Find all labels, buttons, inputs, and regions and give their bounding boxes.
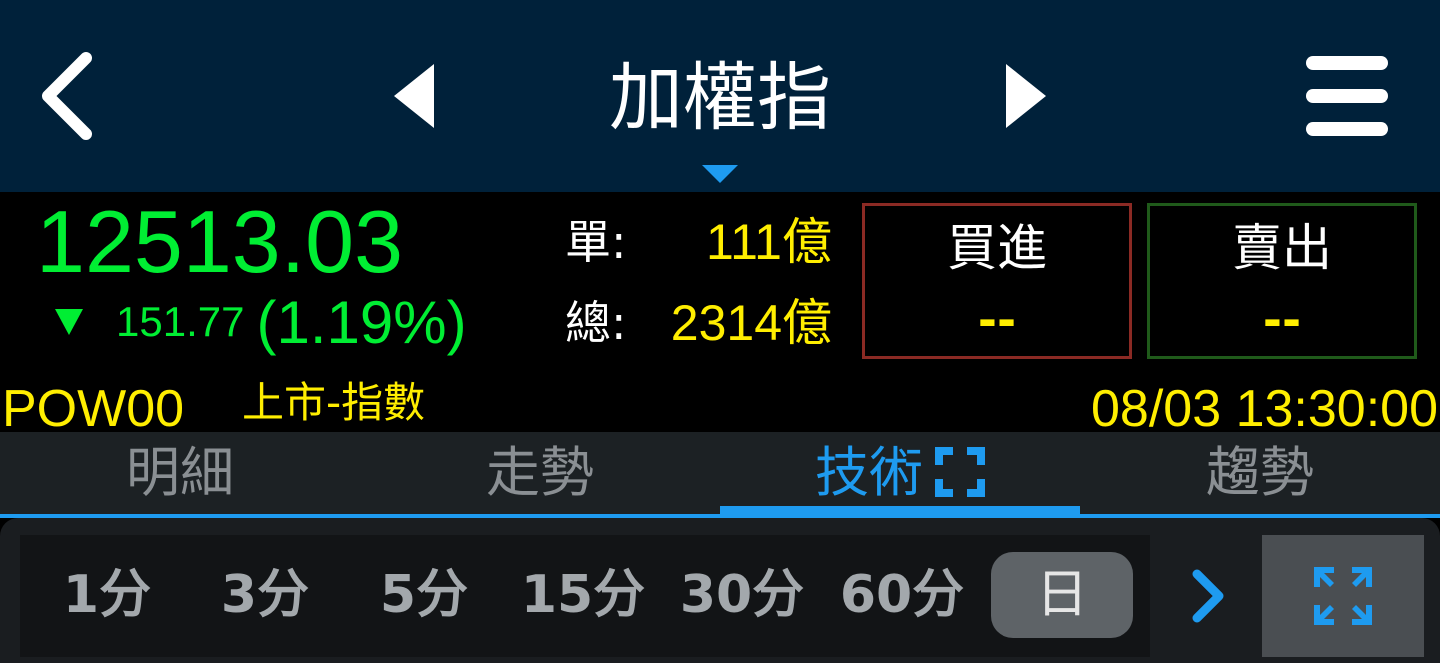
- tab-details[interactable]: 明細: [0, 432, 360, 514]
- symbol-dropdown-button[interactable]: [700, 163, 740, 185]
- period-5min[interactable]: 5分: [365, 552, 483, 638]
- period-1min[interactable]: 1分: [48, 552, 166, 638]
- hamburger-menu-icon: [1306, 56, 1388, 70]
- period-60min[interactable]: 60分: [834, 552, 970, 638]
- buy-button[interactable]: 買進 --: [862, 203, 1132, 359]
- chevron-left-icon: [42, 52, 92, 140]
- fullscreen-button[interactable]: [1262, 535, 1424, 657]
- change-percent: (1.19%): [256, 288, 467, 356]
- top-navigation-bar: 加權指: [0, 0, 1440, 192]
- period-30min[interactable]: 30分: [674, 552, 810, 638]
- single-volume-value: 111億: [705, 214, 832, 270]
- triangle-left-icon: [394, 64, 434, 128]
- period-day[interactable]: 日: [991, 552, 1133, 638]
- total-volume-label: 總:: [565, 296, 627, 350]
- sell-price: --: [1262, 293, 1302, 347]
- hamburger-menu-icon-line: [1306, 89, 1388, 103]
- triangle-down-icon: [702, 165, 738, 183]
- buy-label: 買進: [947, 219, 1047, 277]
- triangle-down-icon: [55, 309, 83, 335]
- tab-label: 技術: [815, 441, 923, 504]
- buy-price: --: [977, 293, 1017, 347]
- triangle-right-icon: [1006, 64, 1046, 128]
- page-title[interactable]: 加權指: [560, 50, 880, 146]
- tab-tendency[interactable]: 趨勢: [1080, 432, 1440, 514]
- tab-label: 趨勢: [1206, 441, 1314, 504]
- expand-icon[interactable]: [935, 447, 985, 498]
- price-change: 151.77 (1.19%): [54, 287, 467, 357]
- tab-trend[interactable]: 走勢: [360, 432, 720, 514]
- change-value: 151.77: [116, 298, 245, 345]
- sell-button[interactable]: 賣出 --: [1147, 203, 1417, 359]
- tab-label: 走勢: [486, 441, 594, 504]
- market-type: 上市-指數: [242, 378, 426, 427]
- current-price: 12513.03: [36, 192, 404, 291]
- active-tab-indicator: [720, 506, 1080, 518]
- tab-technical[interactable]: 技術: [720, 432, 1080, 514]
- total-volume-value: 2314億: [670, 295, 832, 351]
- back-button[interactable]: [30, 50, 110, 142]
- next-symbol-button[interactable]: [1000, 62, 1050, 130]
- fullscreen-icon: [1314, 567, 1372, 625]
- previous-symbol-button[interactable]: [390, 62, 440, 130]
- sell-label: 賣出: [1232, 219, 1332, 277]
- chevron-right-icon: [1192, 569, 1224, 623]
- tab-label: 明細: [126, 441, 234, 504]
- hamburger-menu-icon-line: [1306, 122, 1388, 136]
- single-volume-label: 單:: [565, 215, 627, 269]
- period-3min[interactable]: 3分: [206, 552, 324, 638]
- period-scroll-right-button[interactable]: [1185, 568, 1231, 624]
- period-15min[interactable]: 15分: [515, 552, 651, 638]
- menu-button[interactable]: [1300, 50, 1394, 142]
